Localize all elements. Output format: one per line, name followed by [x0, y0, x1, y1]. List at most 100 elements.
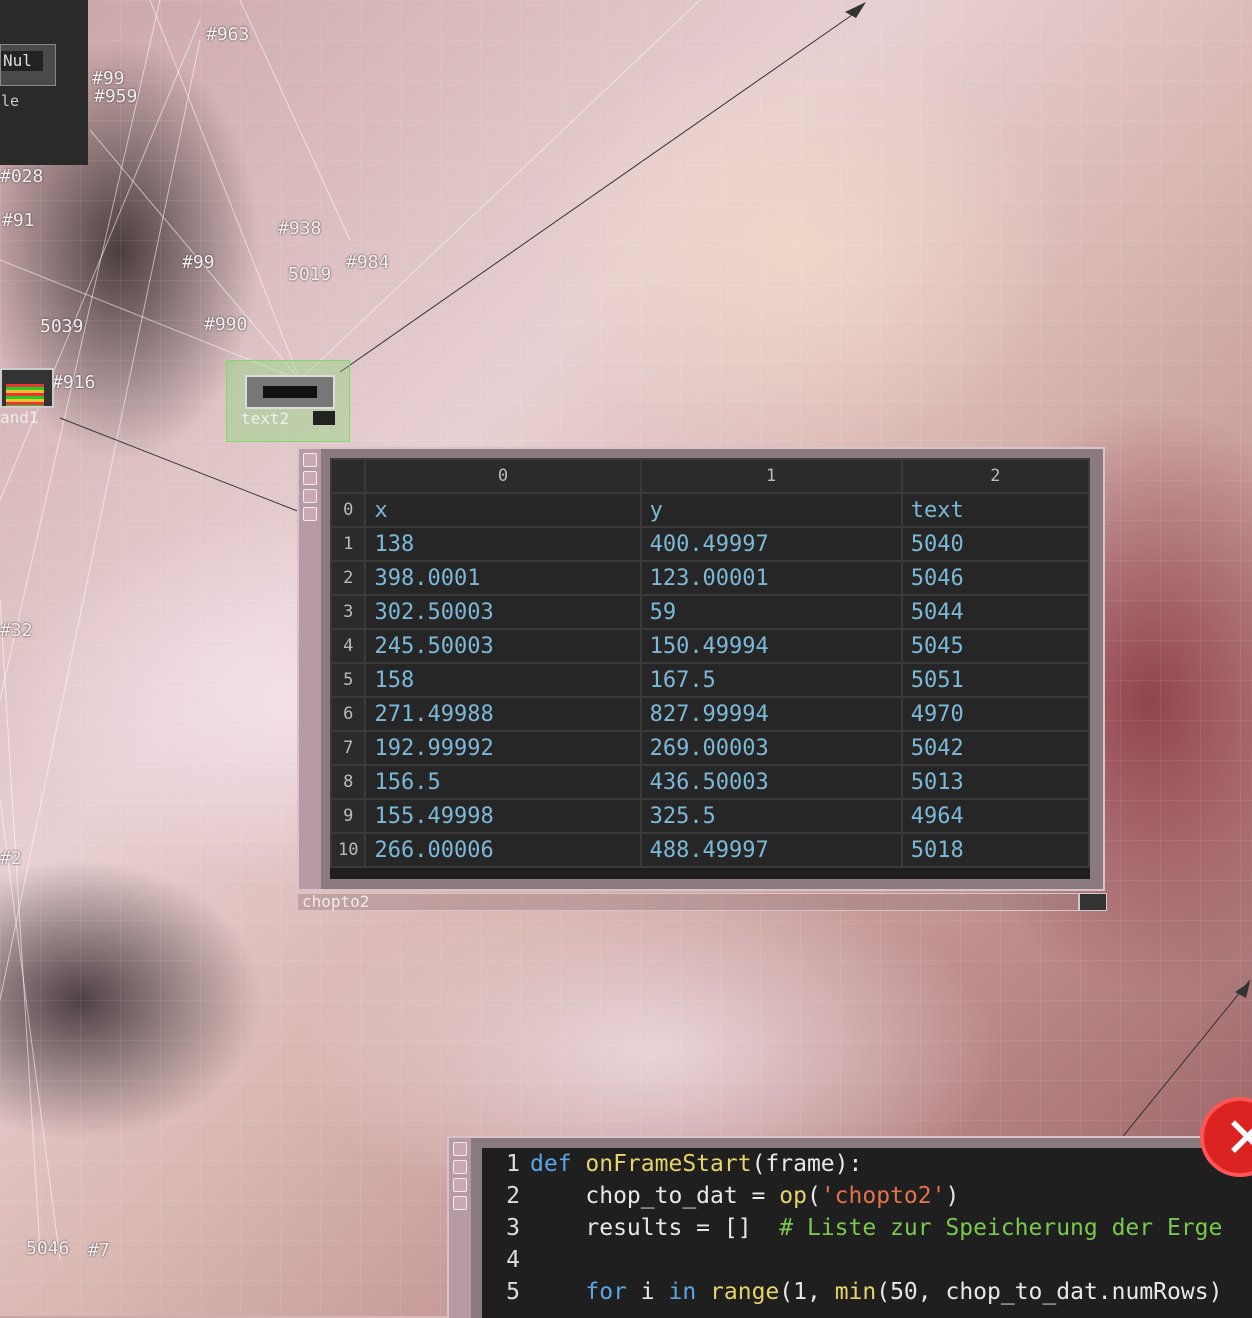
- table-row: 8 156.5 436.50003 5013: [330, 764, 1090, 800]
- dat-table-body: 0 x y text 1 138 400.49997 5040 2 398.0001 123.000…: [330, 492, 1090, 868]
- edit-icon[interactable]: [303, 471, 317, 485]
- node-id: #91: [2, 210, 35, 231]
- table-row: 2 398.0001 123.00001 5046: [330, 560, 1090, 596]
- table-row: 10 266.00006 488.49997 5018: [330, 832, 1090, 868]
- code-line[interactable]: 4: [482, 1244, 530, 1276]
- row-index-cell: 5: [330, 662, 367, 698]
- table-row: 7 192.99992 269.00003 5042: [330, 730, 1090, 766]
- table-cell[interactable]: y: [639, 492, 903, 528]
- table-cell[interactable]: 158: [364, 662, 642, 698]
- table-cell[interactable]: 436.50003: [639, 764, 903, 800]
- text2-node[interactable]: text2: [226, 360, 350, 442]
- code-line[interactable]: 1 def onFrameStart(frame):: [482, 1148, 862, 1180]
- info-icon[interactable]: [453, 1196, 467, 1210]
- code-line[interactable]: 2 chop_to_dat = op('chopto2'): [482, 1180, 959, 1212]
- table-cell[interactable]: 488.49997: [639, 832, 903, 868]
- code-token: (: [806, 1183, 821, 1209]
- text2-node-name: text2: [241, 409, 290, 428]
- node-id: 5039: [40, 316, 84, 337]
- line-number: 5: [506, 1279, 520, 1305]
- table-cell[interactable]: 192.99992: [364, 730, 642, 766]
- code-token: # Liste zur Speicherung der Erge: [779, 1215, 1223, 1241]
- table-cell[interactable]: 827.99994: [639, 696, 903, 732]
- node-id: #984: [346, 252, 390, 273]
- table-row: 4 245.50003 150.49994 5045: [330, 628, 1090, 664]
- table-cell[interactable]: 59: [639, 594, 903, 630]
- code-line[interactable]: 5 for i in range(1, min(50, chop_to_dat.…: [482, 1276, 1222, 1308]
- table-cell[interactable]: 138: [364, 526, 642, 562]
- code-token: ): [945, 1183, 960, 1209]
- table-cell[interactable]: 4964: [900, 798, 1090, 834]
- table-cell[interactable]: 5013: [900, 764, 1090, 800]
- row-index-cell: 6: [330, 696, 367, 732]
- table-cell[interactable]: 269.00003: [639, 730, 903, 766]
- viewer-toggle-icon[interactable]: [303, 453, 317, 467]
- code-token: chop_to_dat =: [530, 1183, 780, 1209]
- line-number: 3: [506, 1215, 520, 1241]
- dat-table-container[interactable]: 0 1 2 0 x y text 1 138 400.49997 5040 2 398.0001 1…: [330, 458, 1090, 879]
- table-cell[interactable]: 156.5: [364, 764, 642, 800]
- code-text-area[interactable]: 1 def onFrameStart(frame): 2 chop_to_dat =…: [482, 1148, 1252, 1318]
- dat-label-bar: chopto2: [297, 892, 1079, 911]
- table-row: 9 155.49998 325.5 4964: [330, 798, 1090, 834]
- node-id: #7: [88, 1240, 110, 1261]
- node-id: 5046: [26, 1238, 70, 1259]
- chopto2-dat-viewer[interactable]: 0 1 2 0 x y text 1 138 400.49997 5040 2 398.0001 1…: [297, 447, 1105, 891]
- table-cell[interactable]: 167.5: [639, 662, 903, 698]
- null-node[interactable]: Nul le: [0, 44, 56, 110]
- code-token: (1,: [779, 1279, 835, 1305]
- row-index-cell: 9: [330, 798, 367, 834]
- code-line[interactable]: 3 results = [] # Liste zur Speicherung d…: [482, 1212, 1222, 1244]
- table-cell[interactable]: 5051: [900, 662, 1090, 698]
- code-editor-window[interactable]: 1 def onFrameStart(frame): 2 chop_to_dat =…: [447, 1136, 1252, 1318]
- table-cell[interactable]: 5046: [900, 560, 1090, 596]
- table-cell[interactable]: 398.0001: [364, 560, 642, 596]
- table-cell[interactable]: 400.49997: [639, 526, 903, 562]
- lock-icon[interactable]: [303, 489, 317, 503]
- line-number: 1: [506, 1151, 520, 1177]
- table-cell[interactable]: 5040: [900, 526, 1090, 562]
- table-cell[interactable]: 155.49998: [364, 798, 642, 834]
- code-token: op: [779, 1183, 807, 1209]
- table-cell[interactable]: 245.50003: [364, 628, 642, 664]
- code-token: results = []: [530, 1215, 780, 1241]
- dat-flags[interactable]: [1079, 893, 1107, 911]
- edit-icon[interactable]: [453, 1160, 467, 1174]
- table-cell[interactable]: 5042: [900, 730, 1090, 766]
- table-cell[interactable]: 4970: [900, 696, 1090, 732]
- code-token: def: [530, 1151, 586, 1177]
- lock-icon[interactable]: [453, 1178, 467, 1192]
- table-cell[interactable]: x: [364, 492, 642, 528]
- column-header: 1: [639, 458, 903, 494]
- code-sidebar: [449, 1138, 471, 1318]
- node-id: #916: [52, 372, 96, 393]
- table-cell[interactable]: 5045: [900, 628, 1090, 664]
- code-token: min: [834, 1279, 877, 1305]
- dat-table: 0 1 2 0 x y text 1 138 400.49997 5040 2 398.0001 1…: [330, 458, 1090, 868]
- node-id: #990: [204, 314, 248, 335]
- table-cell[interactable]: 150.49994: [639, 628, 903, 664]
- code-token: i: [626, 1279, 669, 1305]
- code-token: 'chopto2': [820, 1183, 946, 1209]
- node-id: #028: [0, 166, 44, 187]
- line-number: 2: [506, 1183, 520, 1209]
- table-cell[interactable]: 302.50003: [364, 594, 642, 630]
- table-cell[interactable]: 5018: [900, 832, 1090, 868]
- text2-node-preview: [263, 386, 317, 398]
- table-cell[interactable]: 325.5: [639, 798, 903, 834]
- node-id: 5019: [288, 264, 332, 285]
- info-icon[interactable]: [303, 507, 317, 521]
- null-node-sub: le: [1, 92, 20, 110]
- table-cell[interactable]: text: [900, 492, 1090, 528]
- table-cell[interactable]: 271.49988: [364, 696, 642, 732]
- table-cell[interactable]: 123.00001: [639, 560, 903, 596]
- text2-node-flags[interactable]: [313, 411, 335, 425]
- table-cell[interactable]: 266.00006: [364, 832, 642, 868]
- code-token: for: [585, 1279, 627, 1305]
- row-index-cell: 7: [330, 730, 367, 766]
- table-cell[interactable]: 5044: [900, 594, 1090, 630]
- viewer-toggle-icon[interactable]: [453, 1142, 467, 1156]
- and-node[interactable]: and1: [0, 360, 56, 427]
- column-header: 0: [364, 458, 642, 494]
